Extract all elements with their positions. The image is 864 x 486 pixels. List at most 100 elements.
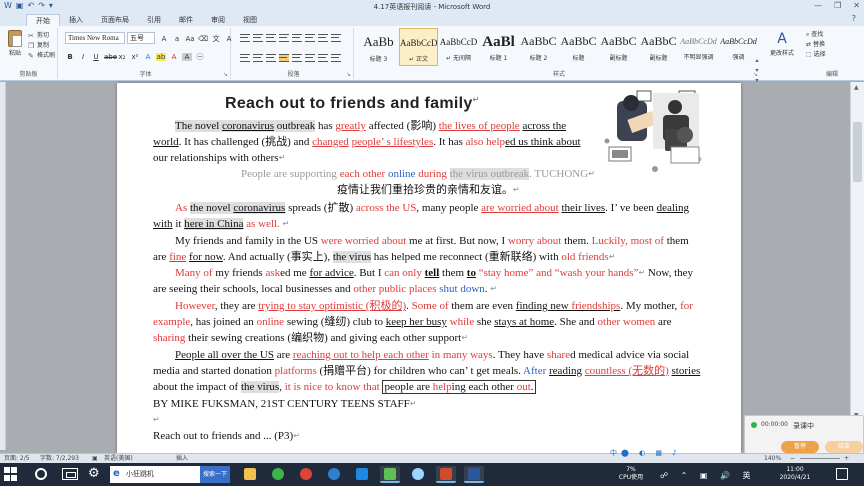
style-title[interactable]: AaBbC 标题 [559, 28, 598, 66]
windows-start-icon[interactable] [4, 467, 18, 481]
scroll-up-icon[interactable]: ▲ [854, 84, 859, 91]
shrink-font-icon[interactable]: a [172, 35, 182, 43]
para7-line3: about the impact of the virus, it is nic… [153, 380, 536, 394]
styles-scroll[interactable]: ▴ ▾ ▾ [752, 56, 762, 86]
style-no-spacing[interactable]: AaBbCcD ↵ 无间隔 [439, 28, 478, 66]
change-case-icon[interactable]: Aa [185, 35, 195, 43]
wechat-chat-icon[interactable] [380, 466, 400, 483]
bullets-icon[interactable] [240, 34, 250, 42]
replace-button[interactable]: ⇄ 替换 [806, 40, 826, 50]
chrome-icon[interactable] [296, 466, 316, 483]
ime-mode-icon[interactable]: 中 [610, 449, 621, 457]
paragraph-dialog-launcher-icon[interactable]: ↘ [346, 71, 351, 78]
copy-button[interactable]: ❐ 复制 [28, 41, 55, 51]
style-heading-3[interactable]: AaBb 标题 3 [359, 28, 398, 66]
line-spacing-icon[interactable] [305, 54, 315, 62]
style-subtitle-a[interactable]: AaBbC 副标题 [599, 28, 638, 66]
borders-icon[interactable] [331, 54, 341, 62]
task-view-icon[interactable] [62, 468, 78, 480]
taskbar-search-box[interactable]: e 小狂跳机 搜索一下 [110, 466, 230, 483]
network-app-icon[interactable] [408, 466, 428, 483]
grow-font-icon[interactable]: A [159, 35, 169, 43]
cpu-meter: 7% CPU使用 [616, 466, 646, 482]
style-heading-2[interactable]: AaBbC 标题 2 [519, 28, 558, 66]
vertical-scrollbar[interactable]: ▲ ▼ [850, 82, 864, 452]
tab-insert[interactable]: 插入 [60, 14, 92, 26]
font-dialog-launcher-icon[interactable]: ↘ [223, 71, 228, 78]
help-icon[interactable]: ? [852, 14, 856, 23]
format-painter-button[interactable]: ✎ 格式刷 [28, 51, 55, 61]
style-normal[interactable]: AaBbCcD ↵ 正文 [399, 28, 438, 66]
numbering-icon[interactable] [253, 34, 263, 42]
bold-icon[interactable]: B [65, 53, 75, 61]
superscript-icon[interactable]: x² [130, 53, 140, 61]
notification-icon[interactable] [836, 468, 848, 480]
char-shading-icon[interactable]: A [182, 53, 192, 61]
tab-review[interactable]: 审阅 [202, 14, 234, 26]
distributed-icon[interactable] [292, 54, 302, 62]
change-styles-button[interactable]: A 更改样式 [766, 30, 798, 57]
sort-icon[interactable] [318, 34, 328, 42]
word-app-icon[interactable] [464, 466, 484, 483]
shading-icon[interactable] [318, 54, 328, 62]
settings-icon[interactable]: ⚙ [88, 467, 100, 481]
decrease-indent-icon[interactable] [279, 34, 289, 42]
underline-icon[interactable]: U [91, 53, 101, 61]
clear-format-icon[interactable]: ⌫ [198, 35, 208, 43]
font-group-label: 字体 [139, 71, 152, 78]
file-explorer-icon[interactable] [240, 466, 260, 483]
system-clock[interactable]: 11:00 2020/4/21 [770, 466, 820, 482]
clipboard-commands: ✂ 剪切 ❐ 复制 ✎ 格式刷 [28, 31, 55, 61]
chinese-layout-icon[interactable] [305, 34, 315, 42]
subscript-icon[interactable]: x₂ [117, 53, 127, 61]
char-border-icon[interactable]: A [224, 35, 234, 43]
font-size-box[interactable]: 五号 [127, 32, 155, 44]
align-left-icon[interactable] [240, 54, 250, 62]
phonetic-icon[interactable]: 文 [211, 34, 221, 44]
tab-home[interactable]: 开始 [26, 14, 60, 26]
italic-icon[interactable]: I [78, 53, 88, 61]
powerpoint-icon[interactable] [436, 466, 456, 483]
media-app-icon[interactable] [352, 466, 372, 483]
tab-mailings[interactable]: 邮件 [170, 14, 202, 26]
text-effects-icon[interactable]: A [143, 53, 153, 61]
tab-page-layout[interactable]: 页面布局 [92, 14, 138, 26]
taskbar-search-text[interactable]: 小狂跳机 [126, 469, 154, 479]
increase-indent-icon[interactable] [292, 34, 302, 42]
style-subtitle-b[interactable]: AaBbC 副标题 [639, 28, 678, 66]
style-subtle-emphasis[interactable]: AaBbCcDd 不明显强调 [679, 28, 718, 66]
document-page[interactable]: Reach out to friends and family↵ The nov… [117, 83, 741, 453]
tab-references[interactable]: 引用 [138, 14, 170, 26]
recording-dot-icon [751, 422, 757, 428]
highlight-icon[interactable]: ab [156, 53, 166, 61]
pause-button[interactable]: 暂停 [781, 441, 819, 453]
font-name-box[interactable]: Times New Roma [65, 32, 125, 44]
select-button[interactable]: ⬚ 选择 [806, 50, 826, 60]
zoom-slider[interactable] [800, 458, 840, 459]
strikethrough-icon[interactable]: abe [104, 53, 117, 61]
scroll-thumb[interactable] [853, 122, 862, 182]
enclose-char-icon[interactable]: ㊀ [195, 52, 205, 62]
article-heading: Reach out to friends and family↵ [225, 95, 480, 112]
wechat-app-icon[interactable] [268, 466, 288, 483]
stop-button[interactable]: 结束 [825, 441, 863, 453]
paste-button[interactable]: 粘贴 [4, 30, 26, 57]
close-icon[interactable]: ✕ [853, 1, 860, 10]
font-color-icon[interactable]: A [169, 53, 179, 61]
align-right-icon[interactable] [266, 54, 276, 62]
para3-line2: with it here in China as well. ↵ [153, 218, 290, 230]
cut-button[interactable]: ✂ 剪切 [28, 31, 55, 41]
browser-app-icon[interactable] [324, 466, 344, 483]
multilevel-list-icon[interactable] [266, 34, 276, 42]
style-heading-1[interactable]: AaBl 标题 1 [479, 28, 518, 66]
align-center-icon[interactable] [253, 54, 263, 62]
taskbar-search-button[interactable]: 搜索一下 [200, 466, 230, 483]
find-button[interactable]: ⌕ 查找 [806, 30, 826, 40]
tab-view[interactable]: 视图 [234, 14, 266, 26]
restore-icon[interactable]: ❐ [834, 1, 841, 10]
search-icon[interactable] [35, 468, 47, 480]
justify-icon[interactable] [279, 54, 289, 62]
tray-icons[interactable]: ☍ ⌃ ▣ 🔊 英 [660, 470, 756, 481]
minimize-icon[interactable]: — [814, 1, 822, 10]
show-marks-icon[interactable] [331, 34, 341, 42]
